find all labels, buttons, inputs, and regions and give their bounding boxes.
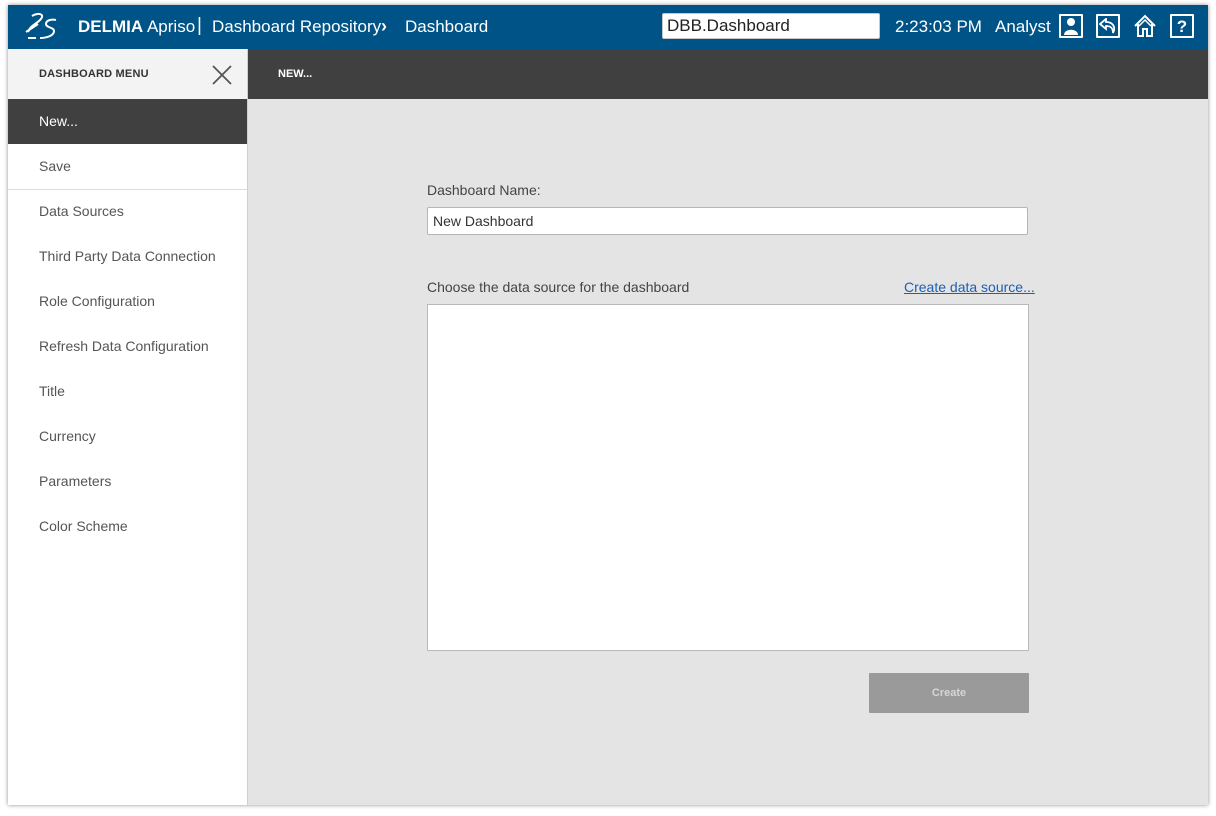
menu-header: DASHBOARD MENU: [8, 49, 247, 99]
menu-item-save[interactable]: Save: [8, 144, 247, 189]
dashboard-name-input[interactable]: [427, 207, 1028, 235]
user-name: Analyst: [995, 17, 1051, 36]
dashboard-name-label: Dashboard Name:: [427, 182, 541, 198]
ds-logo-icon: [25, 12, 57, 39]
brand-product: Apriso: [146, 17, 196, 36]
menu-item-third-party-data-connection[interactable]: Third Party Data Connection: [8, 234, 247, 279]
create-button[interactable]: Create: [869, 673, 1029, 713]
brand-separator: |: [197, 15, 202, 36]
back-icon: [1099, 18, 1116, 34]
datasource-list[interactable]: [427, 304, 1029, 651]
top-bar: DELMIA Apriso | Dashboard Repository › D…: [8, 5, 1208, 49]
create-datasource-link[interactable]: Create data source...: [904, 279, 1035, 295]
menu-item-title[interactable]: Title: [8, 369, 247, 414]
menu-item-refresh-data-configuration[interactable]: Refresh Data Configuration: [8, 324, 247, 369]
search-input[interactable]: [662, 13, 880, 39]
menu-item-currency[interactable]: Currency: [8, 414, 247, 459]
menu-item-role-configuration[interactable]: Role Configuration: [8, 279, 247, 324]
app-brand: DELMIA Apriso: [78, 17, 195, 37]
app-window: DELMIA Apriso | Dashboard Repository › D…: [8, 5, 1208, 805]
content-title: NEW...: [278, 68, 313, 80]
menu-item-data-sources[interactable]: Data Sources: [8, 189, 247, 234]
help-icon: ?: [1176, 16, 1188, 36]
back-button[interactable]: [1096, 14, 1120, 38]
dashboard-menu: DASHBOARD MENU New... Save Data Sources …: [8, 49, 248, 805]
content-header: NEW...: [248, 49, 1208, 99]
help-button[interactable]: ?: [1170, 14, 1194, 38]
menu-item-parameters[interactable]: Parameters: [8, 459, 247, 504]
menu-item-color-scheme[interactable]: Color Scheme: [8, 504, 247, 549]
close-icon[interactable]: [211, 64, 233, 86]
user-icon: [1064, 18, 1078, 35]
clock-display: 2:23:03 PM: [895, 17, 982, 36]
breadcrumb-repository[interactable]: Dashboard Repository: [212, 17, 381, 37]
breadcrumb-current: Dashboard: [405, 17, 489, 36]
datasource-label: Choose the data source for the dashboard: [427, 279, 690, 295]
home-icon: [1134, 14, 1156, 37]
brand-name: DELMIA: [78, 17, 144, 36]
breadcrumb-chevron-icon: ›: [381, 16, 387, 36]
menu-item-new[interactable]: New...: [8, 99, 247, 144]
menu-title: DASHBOARD MENU: [39, 68, 149, 80]
user-profile-button[interactable]: [1059, 14, 1083, 38]
home-button[interactable]: [1133, 14, 1157, 38]
